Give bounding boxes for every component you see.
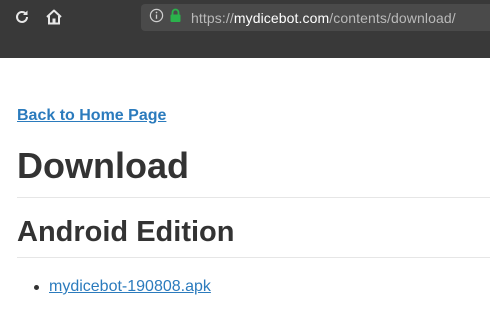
list-item: mydicebot-190808.apk (34, 278, 211, 296)
url-scheme: https:// (191, 9, 234, 26)
url-text: https://mydicebot.com/contents/download/ (191, 10, 456, 26)
page-title: Download (17, 145, 189, 186)
section-title: Android Edition (17, 216, 235, 248)
url-host: mydicebot.com (233, 9, 330, 26)
reload-button[interactable] (11, 6, 33, 28)
apk-download-link[interactable]: mydicebot-190808.apk (49, 278, 211, 296)
bullet-icon (34, 284, 39, 290)
lock-icon[interactable] (169, 8, 182, 28)
browser-toolbar: https://mydicebot.com/contents/download/ (0, 0, 490, 58)
home-button[interactable] (43, 6, 65, 28)
section-divider (17, 257, 490, 258)
address-bar[interactable]: https://mydicebot.com/contents/download/ (141, 4, 490, 31)
info-icon[interactable] (149, 8, 164, 28)
title-divider (17, 197, 490, 198)
reload-icon (14, 9, 30, 25)
home-icon (45, 8, 63, 26)
back-to-home-link[interactable]: Back to Home Page (17, 107, 166, 125)
url-path: /contents/download/ (329, 9, 456, 26)
